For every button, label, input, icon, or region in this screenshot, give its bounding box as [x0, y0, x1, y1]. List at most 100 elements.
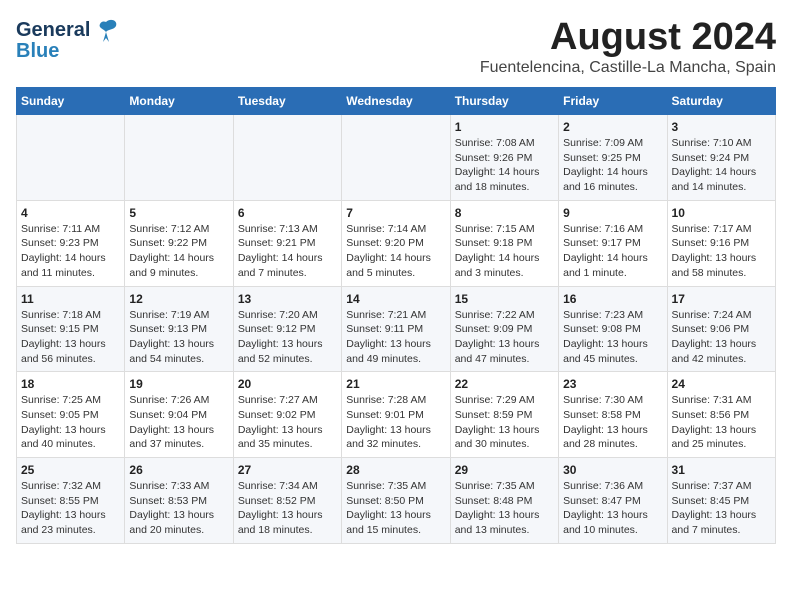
calendar-cell: 11Sunrise: 7:18 AM Sunset: 9:15 PM Dayli… [17, 286, 125, 372]
day-number: 25 [21, 463, 120, 477]
logo-text-general: General [16, 19, 90, 42]
calendar-cell [125, 115, 233, 201]
calendar-cell: 16 Sunrise: 7:23 AM Sunset: 9:08 PM Dayli… [559, 286, 667, 372]
day-number: 5 [129, 206, 228, 220]
day-info: Sunrise: 7:37 AM Sunset: 8:45 PM Dayligh… [672, 479, 771, 538]
day-number: 10 [672, 206, 771, 220]
calendar-cell: 30 Sunrise: 7:36 AM Sunset: 8:47 PM Dayli… [559, 458, 667, 544]
day-number: 14 [346, 292, 445, 306]
calendar-body: 1 Sunrise: 7:08 AM Sunset: 9:26 PM Daylig… [17, 115, 776, 544]
day-number: 28 [346, 463, 445, 477]
day-number: 9 [563, 206, 662, 220]
calendar-cell: 20Sunrise: 7:27 AM Sunset: 9:02 PM Dayli… [233, 372, 341, 458]
calendar-cell: 12Sunrise: 7:19 AM Sunset: 9:13 PM Dayli… [125, 286, 233, 372]
day-number: 29 [455, 463, 554, 477]
day-info: Sunrise: 7:23 AM Sunset: 9:08 PM Dayligh… [563, 308, 662, 367]
day-info: Sunrise: 7:09 AM Sunset: 9:25 PM Dayligh… [563, 136, 662, 195]
day-info: Sunrise: 7:11 AM Sunset: 9:23 PM Dayligh… [21, 222, 120, 281]
calendar-cell: 9 Sunrise: 7:16 AM Sunset: 9:17 PM Daylig… [559, 200, 667, 286]
day-number: 22 [455, 377, 554, 391]
day-info: Sunrise: 7:33 AM Sunset: 8:53 PM Dayligh… [129, 479, 228, 538]
day-info: Sunrise: 7:16 AM Sunset: 9:17 PM Dayligh… [563, 222, 662, 281]
day-info: Sunrise: 7:22 AM Sunset: 9:09 PM Dayligh… [455, 308, 554, 367]
day-info: Sunrise: 7:35 AM Sunset: 8:48 PM Dayligh… [455, 479, 554, 538]
day-number: 15 [455, 292, 554, 306]
calendar-cell: 25 Sunrise: 7:32 AM Sunset: 8:55 PM Dayli… [17, 458, 125, 544]
calendar-cell: 8 Sunrise: 7:15 AM Sunset: 9:18 PM Daylig… [450, 200, 558, 286]
day-info: Sunrise: 7:08 AM Sunset: 9:26 PM Dayligh… [455, 136, 554, 195]
calendar-cell: 14Sunrise: 7:21 AM Sunset: 9:11 PM Dayli… [342, 286, 450, 372]
day-info: Sunrise: 7:35 AM Sunset: 8:50 PM Dayligh… [346, 479, 445, 538]
calendar-week-3: 11Sunrise: 7:18 AM Sunset: 9:15 PM Dayli… [17, 286, 776, 372]
calendar-cell: 3Sunrise: 7:10 AM Sunset: 9:24 PM Daylig… [667, 115, 775, 201]
logo-text-blue: Blue [16, 40, 59, 63]
calendar-cell: 31 Sunrise: 7:37 AM Sunset: 8:45 PM Dayli… [667, 458, 775, 544]
calendar-cell: 13Sunrise: 7:20 AM Sunset: 9:12 PM Dayli… [233, 286, 341, 372]
calendar-week-2: 4 Sunrise: 7:11 AM Sunset: 9:23 PM Daylig… [17, 200, 776, 286]
header-cell-friday: Friday [559, 88, 667, 115]
logo: General Blue [16, 16, 120, 63]
calendar-week-4: 18Sunrise: 7:25 AM Sunset: 9:05 PM Dayli… [17, 372, 776, 458]
calendar-header-row: SundayMondayTuesdayWednesdayThursdayFrid… [17, 88, 776, 115]
day-number: 26 [129, 463, 228, 477]
header-cell-sunday: Sunday [17, 88, 125, 115]
day-number: 8 [455, 206, 554, 220]
day-number: 17 [672, 292, 771, 306]
header-cell-saturday: Saturday [667, 88, 775, 115]
header: General Blue August 2024 Fuentelencina, … [16, 16, 776, 77]
calendar-cell: 23 Sunrise: 7:30 AM Sunset: 8:58 PM Dayli… [559, 372, 667, 458]
day-number: 12 [129, 292, 228, 306]
day-number: 3 [672, 120, 771, 134]
header-cell-tuesday: Tuesday [233, 88, 341, 115]
calendar-cell: 24 Sunrise: 7:31 AM Sunset: 8:56 PM Dayli… [667, 372, 775, 458]
calendar-cell: 26 Sunrise: 7:33 AM Sunset: 8:53 PM Dayli… [125, 458, 233, 544]
day-info: Sunrise: 7:15 AM Sunset: 9:18 PM Dayligh… [455, 222, 554, 281]
day-info: Sunrise: 7:17 AM Sunset: 9:16 PM Dayligh… [672, 222, 771, 281]
logo-bird-icon [92, 16, 120, 44]
day-info: Sunrise: 7:28 AM Sunset: 9:01 PM Dayligh… [346, 393, 445, 452]
day-info: Sunrise: 7:24 AM Sunset: 9:06 PM Dayligh… [672, 308, 771, 367]
calendar-week-5: 25 Sunrise: 7:32 AM Sunset: 8:55 PM Dayli… [17, 458, 776, 544]
day-info: Sunrise: 7:27 AM Sunset: 9:02 PM Dayligh… [238, 393, 337, 452]
day-info: Sunrise: 7:13 AM Sunset: 9:21 PM Dayligh… [238, 222, 337, 281]
day-number: 1 [455, 120, 554, 134]
day-number: 7 [346, 206, 445, 220]
calendar-table: SundayMondayTuesdayWednesdayThursdayFrid… [16, 87, 776, 544]
day-number: 6 [238, 206, 337, 220]
calendar-cell: 10 Sunrise: 7:17 AM Sunset: 9:16 PM Dayli… [667, 200, 775, 286]
calendar-cell: 29 Sunrise: 7:35 AM Sunset: 8:48 PM Dayli… [450, 458, 558, 544]
day-info: Sunrise: 7:36 AM Sunset: 8:47 PM Dayligh… [563, 479, 662, 538]
day-number: 24 [672, 377, 771, 391]
day-info: Sunrise: 7:29 AM Sunset: 8:59 PM Dayligh… [455, 393, 554, 452]
calendar-cell: 6 Sunrise: 7:13 AM Sunset: 9:21 PM Daylig… [233, 200, 341, 286]
day-number: 30 [563, 463, 662, 477]
day-number: 4 [21, 206, 120, 220]
day-info: Sunrise: 7:31 AM Sunset: 8:56 PM Dayligh… [672, 393, 771, 452]
header-cell-monday: Monday [125, 88, 233, 115]
day-number: 13 [238, 292, 337, 306]
header-cell-wednesday: Wednesday [342, 88, 450, 115]
day-number: 2 [563, 120, 662, 134]
day-info: Sunrise: 7:26 AM Sunset: 9:04 PM Dayligh… [129, 393, 228, 452]
calendar-cell: 5 Sunrise: 7:12 AM Sunset: 9:22 PM Daylig… [125, 200, 233, 286]
calendar-cell: 18Sunrise: 7:25 AM Sunset: 9:05 PM Dayli… [17, 372, 125, 458]
day-number: 23 [563, 377, 662, 391]
calendar-cell: 22 Sunrise: 7:29 AM Sunset: 8:59 PM Dayli… [450, 372, 558, 458]
day-number: 27 [238, 463, 337, 477]
day-info: Sunrise: 7:30 AM Sunset: 8:58 PM Dayligh… [563, 393, 662, 452]
page-subtitle: Fuentelencina, Castille-La Mancha, Spain [480, 59, 776, 77]
calendar-cell: 27 Sunrise: 7:34 AM Sunset: 8:52 PM Dayli… [233, 458, 341, 544]
day-info: Sunrise: 7:32 AM Sunset: 8:55 PM Dayligh… [21, 479, 120, 538]
day-number: 31 [672, 463, 771, 477]
title-section: August 2024 Fuentelencina, Castille-La M… [480, 16, 776, 77]
day-info: Sunrise: 7:14 AM Sunset: 9:20 PM Dayligh… [346, 222, 445, 281]
day-info: Sunrise: 7:12 AM Sunset: 9:22 PM Dayligh… [129, 222, 228, 281]
page-title: August 2024 [480, 16, 776, 59]
day-number: 16 [563, 292, 662, 306]
calendar-cell: 1 Sunrise: 7:08 AM Sunset: 9:26 PM Daylig… [450, 115, 558, 201]
calendar-cell: 19Sunrise: 7:26 AM Sunset: 9:04 PM Dayli… [125, 372, 233, 458]
calendar-cell: 2 Sunrise: 7:09 AM Sunset: 9:25 PM Daylig… [559, 115, 667, 201]
header-cell-thursday: Thursday [450, 88, 558, 115]
calendar-cell [233, 115, 341, 201]
day-info: Sunrise: 7:34 AM Sunset: 8:52 PM Dayligh… [238, 479, 337, 538]
